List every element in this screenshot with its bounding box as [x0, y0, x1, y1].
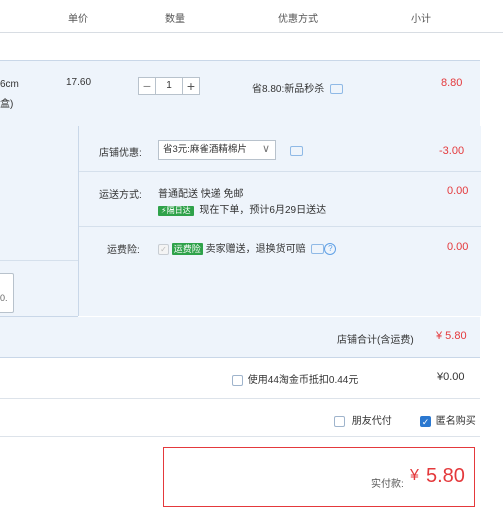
item-unit-price: 17.60	[66, 77, 92, 88]
chat-icon[interactable]	[290, 146, 303, 157]
shipping-label: 运送方式:	[99, 190, 142, 201]
insurance-row: ✓ 运费险 卖家赠送，退换货可赔 ?	[158, 240, 337, 256]
anonymous-checkbox[interactable]: ✓	[420, 415, 431, 427]
header-subtotal: 小计	[411, 14, 431, 25]
insurance-value: 0.00	[447, 241, 469, 253]
anonymous-label: 匿名购买	[435, 416, 476, 427]
item-subtotal: 8.80	[441, 77, 463, 89]
header-price: 单价	[68, 14, 88, 25]
friend-pay-option[interactable]: 朋友代付	[334, 412, 392, 427]
coin-option[interactable]: 使用44淘金币抵扣0.44元	[232, 371, 358, 386]
pay-amount: 5.80	[426, 465, 465, 487]
cart-table-header: 单价 数量 优惠方式 小计	[0, 0, 503, 33]
insurance-checkbox[interactable]: ✓	[158, 243, 169, 255]
pay-currency: ¥	[410, 467, 419, 484]
help-icon[interactable]: ?	[324, 243, 337, 256]
anonymous-option[interactable]: ✓ 匿名购买	[420, 412, 476, 427]
coin-value: ¥0.00	[437, 371, 465, 383]
shop-total-label: 店铺合计(含运费)	[337, 335, 414, 346]
cart-item-row: 6cm 盒) 17.60 − 1 + 省8.80:新品秒杀 8.80	[0, 60, 480, 127]
shop-options-panel: 店铺优惠: 省3元:麻雀酒精棉片 ∨ -3.00 运送方式: 普通配送 快递 免…	[78, 126, 481, 316]
shop-total-value: ¥ 5.80	[436, 330, 467, 342]
header-promo: 优惠方式	[278, 14, 318, 25]
friend-pay-checkbox[interactable]	[334, 415, 345, 427]
shipping-value: 0.00	[447, 185, 469, 197]
insurance-text: 卖家赠送，退换货可赔	[205, 244, 306, 255]
item-promo-text: 省8.80:新品秒杀	[252, 84, 325, 95]
message-box[interactable]: 0.	[0, 273, 14, 313]
decrease-button[interactable]: −	[138, 77, 156, 95]
item-spec: 6cm	[0, 79, 19, 90]
shipping-eta-text: 现在下单，预计6月29日送达	[199, 205, 327, 216]
insurance-badge: 运费险	[171, 243, 203, 255]
pay-label: 实付款:	[371, 479, 404, 490]
next-day-badge-text: 隔日达	[166, 206, 191, 215]
coin-label: 使用44淘金币抵扣0.44元	[247, 375, 359, 386]
insurance-label: 运费险:	[107, 245, 140, 256]
message-box-text: 0.	[0, 293, 8, 303]
shop-discount-select[interactable]: 省3元:麻雀酒精棉片 ∨	[158, 140, 276, 160]
chat-icon[interactable]	[311, 244, 325, 255]
divider	[79, 171, 481, 172]
payment-summary-box: 实付款: ¥ 5.80	[163, 447, 475, 507]
quantity-stepper: − 1 +	[138, 77, 200, 95]
shipping-eta: ⚡隔日达 现在下单，预计6月29日送达	[158, 201, 326, 216]
divider	[0, 398, 480, 399]
chat-icon[interactable]	[330, 84, 344, 95]
shop-discount-value: -3.00	[439, 145, 465, 157]
shop-discount-select-value: 省3元:麻雀酒精棉片	[163, 144, 247, 155]
chevron-down-icon: ∨	[261, 143, 270, 155]
item-promo: 省8.80:新品秒杀	[252, 80, 344, 95]
shipping-method: 普通配送 快递 免邮	[158, 189, 244, 200]
increase-button[interactable]: +	[182, 77, 200, 95]
next-day-badge: ⚡隔日达	[158, 206, 194, 216]
shop-discount-label: 店铺优惠:	[99, 148, 142, 159]
divider	[0, 260, 78, 261]
divider	[79, 226, 481, 227]
friend-pay-label: 朋友代付	[351, 416, 392, 427]
divider	[0, 436, 480, 437]
header-quantity: 数量	[165, 14, 185, 25]
coin-checkbox[interactable]	[232, 374, 243, 386]
item-spec-2: 盒)	[0, 99, 14, 110]
shop-total-row: 店铺合计(含运费) ¥ 5.80	[0, 317, 480, 358]
quantity-input[interactable]: 1	[156, 77, 182, 95]
